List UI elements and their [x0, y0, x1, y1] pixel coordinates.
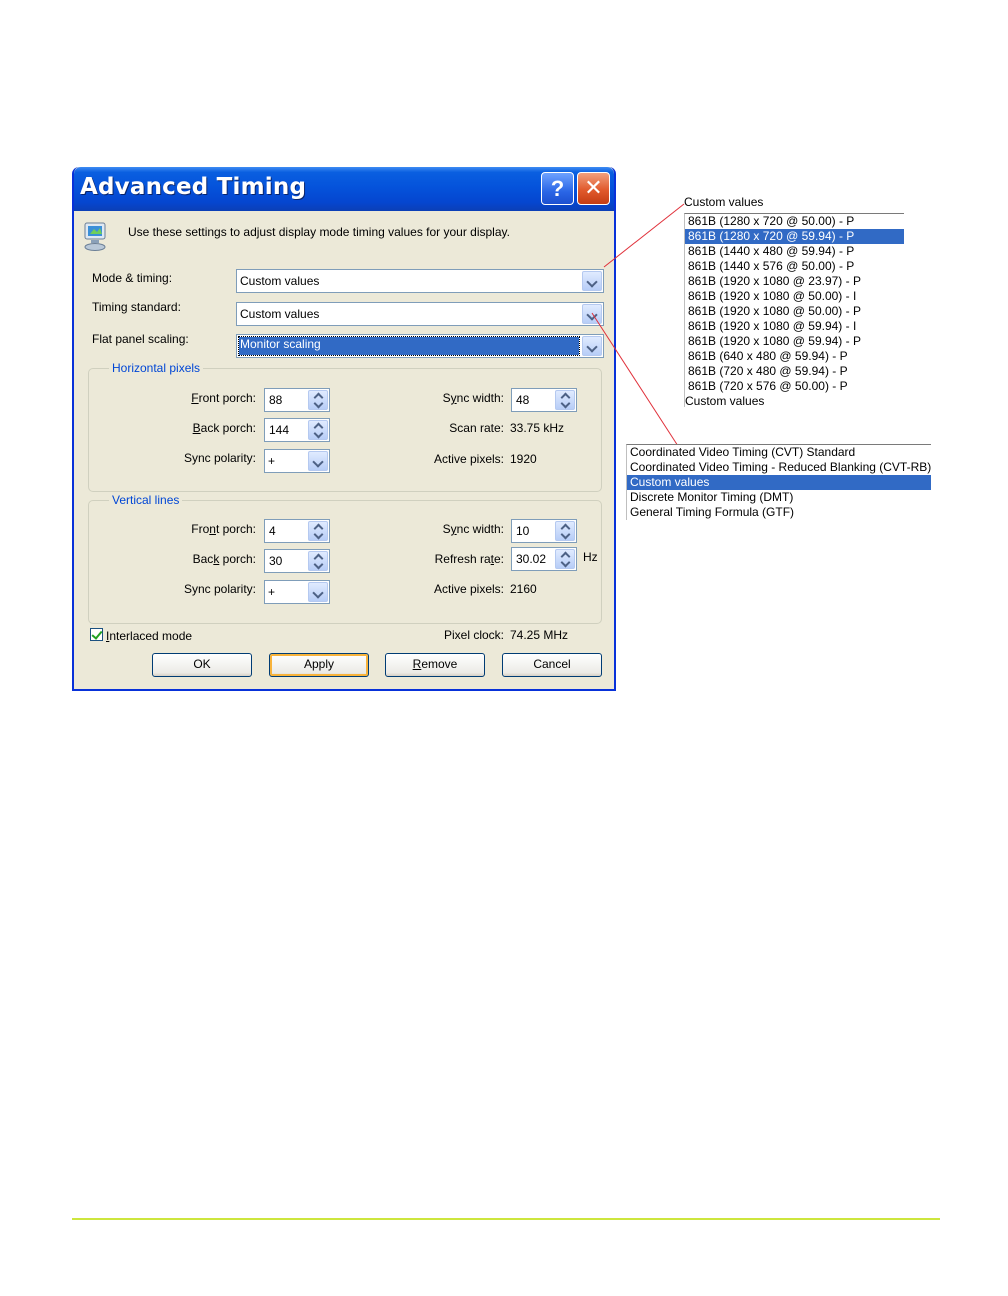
mode-timing-list: 861B (1280 x 720 @ 50.00) - P 861B (1280…: [684, 213, 904, 409]
list-item[interactable]: 861B (720 x 480 @ 59.94) - P: [685, 364, 904, 379]
list-item[interactable]: 861B (1920 x 1080 @ 23.97) - P: [685, 274, 904, 289]
list-item[interactable]: 861B (1920 x 1080 @ 50.00) - P: [685, 304, 904, 319]
list-item[interactable]: Discrete Monitor Timing (DMT): [627, 490, 931, 505]
list-item[interactable]: General Timing Formula (GTF): [627, 505, 931, 520]
list-item[interactable]: 861B (1920 x 1080 @ 59.94) - P: [685, 334, 904, 349]
list-item[interactable]: Custom values: [685, 394, 904, 409]
list-item-selected[interactable]: Custom values: [627, 475, 931, 490]
list-item[interactable]: 861B (1920 x 1080 @ 50.00) - I: [685, 289, 904, 304]
list-item[interactable]: 861B (1920 x 1080 @ 59.94) - I: [685, 319, 904, 334]
mode-callout-line: [603, 203, 685, 268]
list-item[interactable]: 861B (720 x 576 @ 50.00) - P: [685, 379, 904, 394]
footer-divider: [72, 1218, 940, 1220]
timing-callout-line: [591, 312, 679, 447]
timing-standard-list: Coordinated Video Timing (CVT) Standard …: [626, 444, 931, 520]
mode-list-header: Custom values: [684, 195, 764, 209]
list-item[interactable]: 861B (1440 x 576 @ 50.00) - P: [685, 259, 904, 274]
list-item[interactable]: 861B (1440 x 480 @ 59.94) - P: [685, 244, 904, 259]
list-item-selected[interactable]: 861B (1280 x 720 @ 59.94) - P: [685, 229, 904, 244]
list-item[interactable]: Coordinated Video Timing (CVT) Standard: [627, 445, 931, 460]
callout-lines: [591, 203, 685, 447]
list-item[interactable]: 861B (640 x 480 @ 59.94) - P: [685, 349, 904, 364]
list-item[interactable]: Coordinated Video Timing - Reduced Blank…: [627, 460, 931, 475]
list-item[interactable]: 861B (1280 x 720 @ 50.00) - P: [685, 214, 904, 229]
